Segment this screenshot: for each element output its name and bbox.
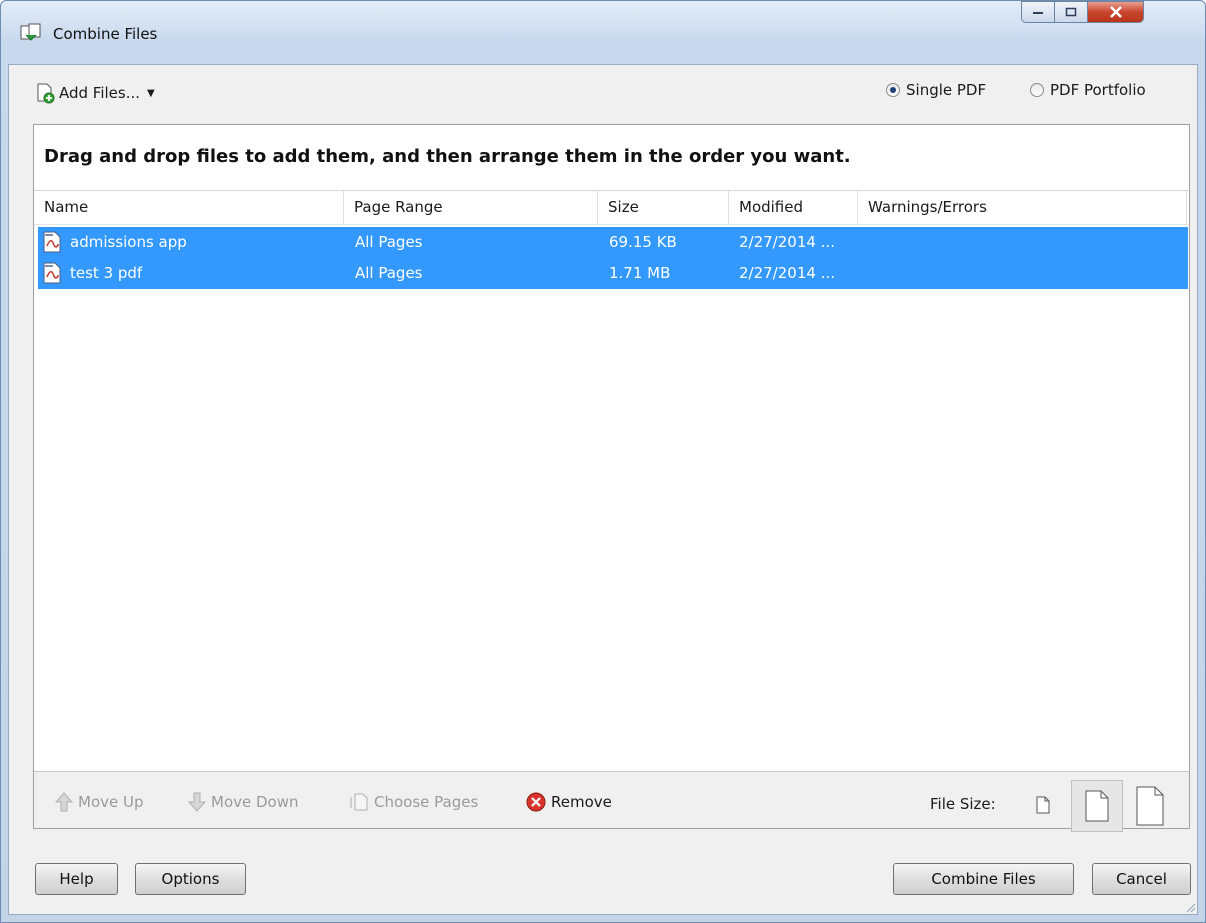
arrow-up-icon [55, 792, 73, 812]
file-modified: 2/27/2014 ... [739, 264, 835, 282]
move-down-button[interactable]: Move Down [188, 792, 299, 812]
move-up-button[interactable]: Move Up [55, 792, 144, 812]
minimize-button[interactable] [1021, 1, 1055, 23]
choose-pages-label: Choose Pages [374, 793, 479, 811]
pdf-file-icon [43, 231, 61, 253]
minimize-icon [1033, 12, 1043, 14]
medium-page-icon [1085, 790, 1109, 822]
file-size: 69.15 KB [609, 233, 677, 251]
help-button[interactable]: Help [35, 863, 118, 895]
arrow-down-icon [188, 792, 206, 812]
close-button[interactable] [1088, 1, 1144, 23]
combine-files-app-icon [20, 23, 41, 41]
pdf-portfolio-radio[interactable]: PDF Portfolio [1030, 81, 1146, 99]
file-page-range[interactable]: All Pages [355, 227, 423, 258]
file-page-range[interactable]: All Pages [355, 258, 423, 289]
pages-icon [350, 793, 368, 811]
column-header-warnings[interactable]: Warnings/Errors [858, 191, 1187, 224]
column-header-page-range[interactable]: Page Range [344, 191, 598, 224]
maximize-button[interactable] [1055, 1, 1088, 23]
move-up-label: Move Up [78, 793, 144, 811]
pdf-file-icon [43, 262, 61, 284]
add-files-button[interactable]: Add Files... ▼ [34, 80, 155, 106]
remove-label: Remove [551, 793, 612, 811]
radio-unchecked-icon [1030, 83, 1044, 97]
resize-grip-icon[interactable] [1184, 901, 1196, 913]
move-down-label: Move Down [211, 793, 299, 811]
file-name: admissions app [70, 233, 187, 251]
file-size-large-button[interactable] [1132, 782, 1168, 830]
file-size-medium-button[interactable] [1071, 780, 1123, 832]
column-header-size[interactable]: Size [598, 191, 729, 224]
radio-checked-icon [886, 83, 900, 97]
options-button[interactable]: Options [135, 863, 246, 895]
file-modified: 2/27/2014 ... [739, 233, 835, 251]
file-row[interactable]: test 3 pdf All Pages 1.71 MB 2/27/2014 .… [38, 258, 1188, 289]
file-row[interactable]: admissions app All Pages 69.15 KB 2/27/2… [38, 227, 1188, 258]
column-header-modified[interactable]: Modified [729, 191, 858, 224]
add-file-icon [37, 83, 55, 104]
window-title: Combine Files [53, 25, 158, 43]
close-icon [1109, 6, 1122, 18]
small-page-icon [1036, 796, 1050, 814]
remove-button[interactable]: Remove [526, 792, 612, 812]
remove-icon [526, 792, 546, 812]
choose-pages-button[interactable]: Choose Pages [349, 792, 478, 812]
chevron-down-icon: ▼ [147, 87, 155, 99]
drag-drop-instructions: Drag and drop files to add them, and the… [44, 146, 851, 167]
maximize-icon [1065, 7, 1077, 17]
single-pdf-radio[interactable]: Single PDF [886, 81, 986, 99]
large-page-icon [1136, 786, 1164, 826]
column-header-name[interactable]: Name [34, 191, 344, 224]
cancel-button[interactable]: Cancel [1092, 863, 1191, 895]
pdf-portfolio-label: PDF Portfolio [1050, 81, 1146, 99]
file-size-label: File Size: [930, 795, 996, 813]
file-name: test 3 pdf [70, 264, 143, 282]
single-pdf-label: Single PDF [906, 81, 987, 99]
combine-files-button[interactable]: Combine Files [893, 863, 1074, 895]
file-size-small-button[interactable] [1032, 794, 1054, 816]
file-list-header: Name Page Range Size Modified Warnings/E… [34, 190, 1189, 225]
file-size: 1.71 MB [609, 264, 671, 282]
add-files-label: Add Files... [59, 84, 141, 102]
